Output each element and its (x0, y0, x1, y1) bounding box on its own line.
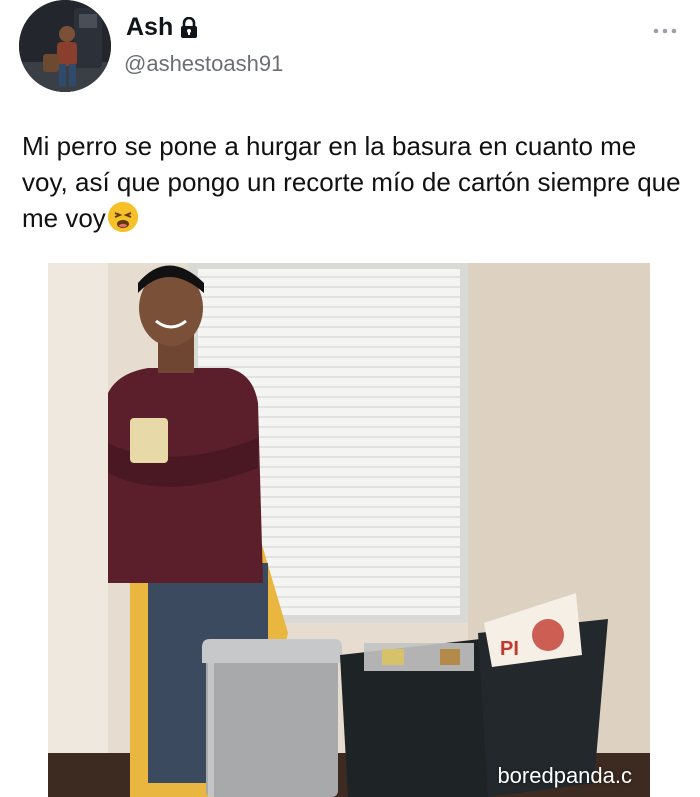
name-row: Ash (126, 13, 199, 42)
tweet-text: Mi perro se pone a hurgar en la basura e… (22, 128, 682, 236)
steel-trash-can (202, 639, 342, 797)
user-handle[interactable]: @ashestoash91 (124, 51, 283, 77)
lock-icon (179, 16, 199, 39)
tweet-header: Ash @ashestoash91 (0, 0, 700, 110)
tired-face-emoji (107, 202, 138, 232)
pizza-box-text: PI (500, 638, 519, 660)
watermark: boredpanda.c (497, 763, 632, 788)
tweet-photo[interactable]: PI boredpanda.c (48, 263, 650, 797)
display-name[interactable]: Ash (126, 13, 173, 42)
more-icon[interactable] (652, 18, 678, 41)
avatar[interactable] (19, 0, 111, 92)
avatar-image (19, 0, 111, 92)
photo-scene: PI (48, 263, 650, 797)
